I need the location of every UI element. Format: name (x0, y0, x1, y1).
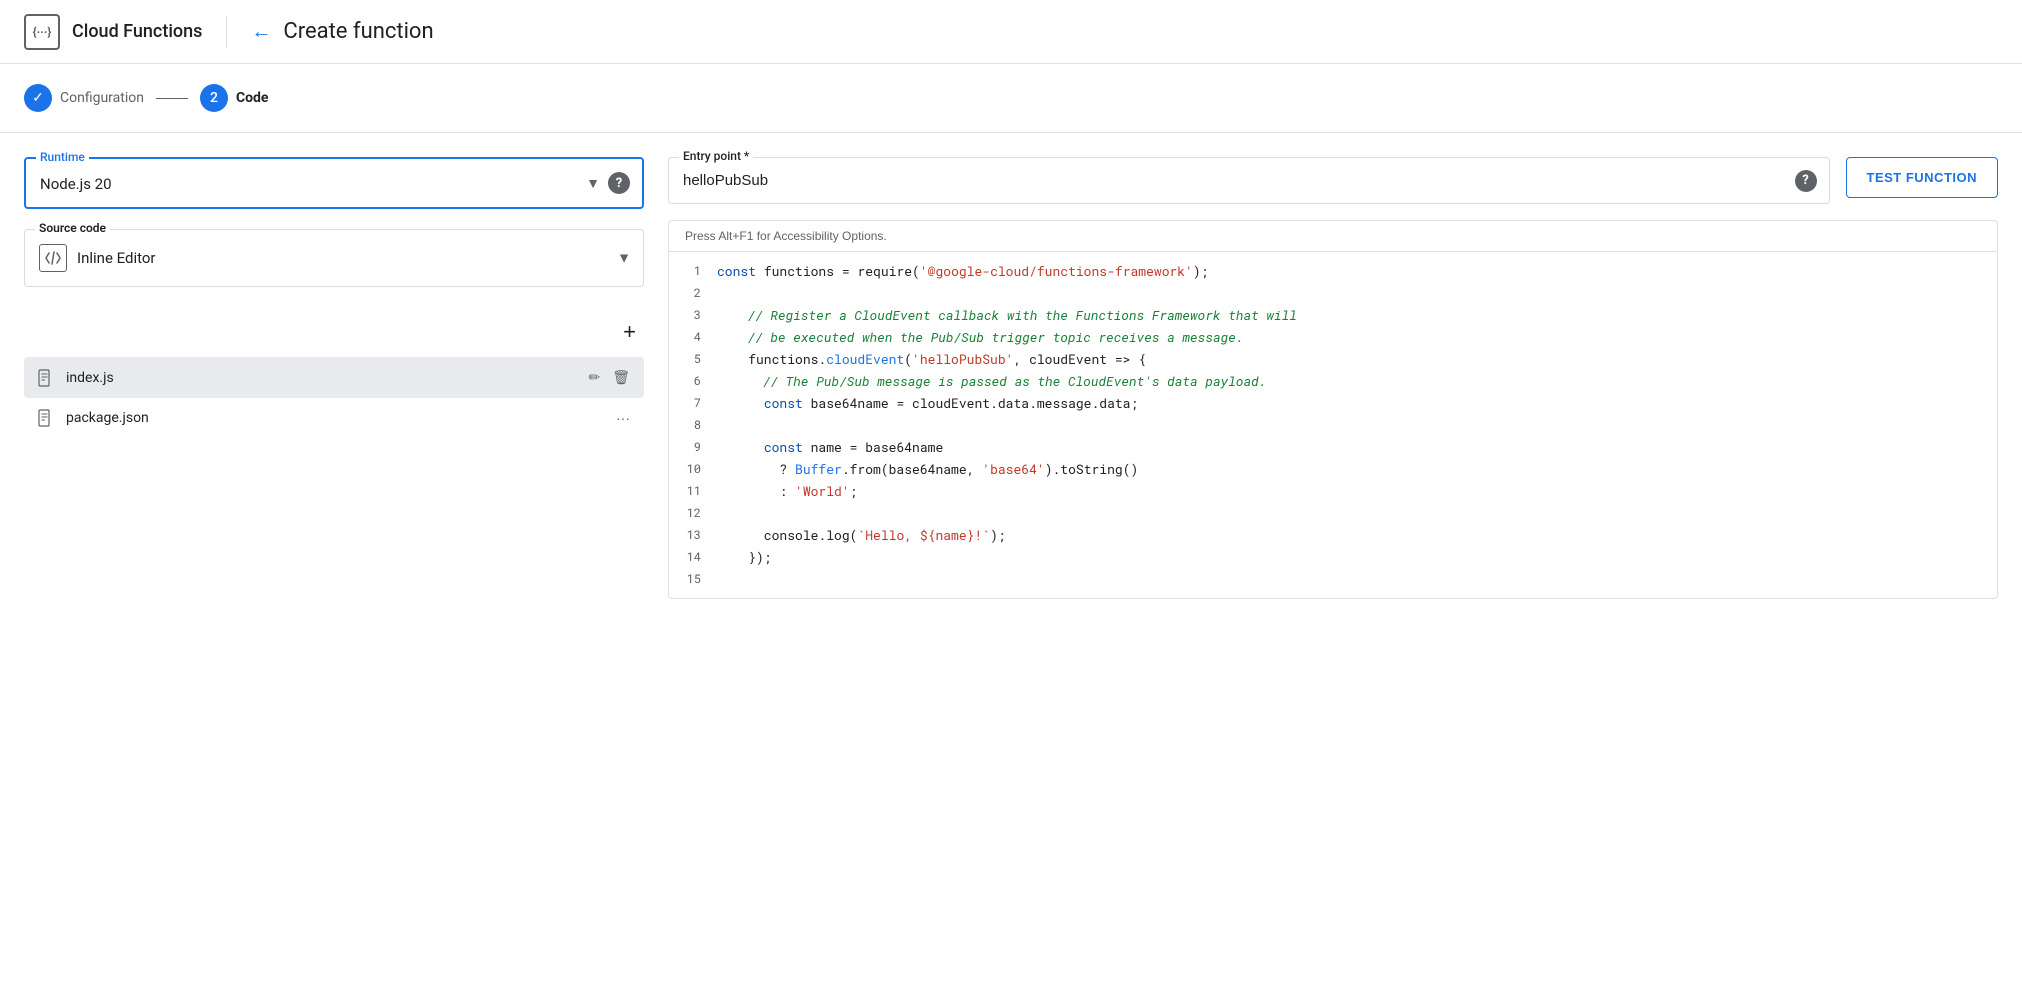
code-line-7: 7 const base64name = cloudEvent.data.mes… (669, 392, 1997, 414)
main-content: Runtime Node.js 20 ▼ ? Source code (0, 133, 2022, 623)
file-name-index-js: index.js (66, 370, 576, 386)
code-line-11: 11 : 'World'; (669, 480, 1997, 502)
file-list-header: + (24, 307, 644, 357)
file-icon-index (36, 368, 56, 388)
editor-hint: Press Alt+F1 for Accessibility Options. (669, 221, 1997, 252)
code-editor[interactable]: Press Alt+F1 for Accessibility Options. … (668, 220, 1998, 599)
code-line-2: 2 (669, 282, 1997, 304)
entry-help-circle[interactable]: ? (1795, 170, 1817, 192)
left-panel: Runtime Node.js 20 ▼ ? Source code (24, 157, 644, 599)
code-line-8: 8 (669, 414, 1997, 436)
file-icon-package (36, 408, 56, 428)
edit-file-button[interactable]: ✏ (586, 367, 602, 388)
code-line-9: 9 const name = base64name (669, 436, 1997, 458)
entry-point-row: Entry point * ? TEST FUNCTION (668, 157, 1998, 204)
stepper: ✓ Configuration 2 Code (0, 64, 2022, 133)
source-code-icon (39, 244, 67, 272)
file-item-index-js[interactable]: index.js ✏ 🗑 (24, 357, 644, 398)
step-code: 2 Code (200, 84, 269, 112)
code-line-3: 3 // Register a CloudEvent callback with… (669, 304, 1997, 326)
code-line-1: 1 const functions = require('@google-clo… (669, 260, 1997, 282)
step2-label: Code (236, 90, 269, 106)
file-name-package-json: package.json (66, 410, 604, 426)
runtime-value: Node.js 20 (40, 175, 112, 193)
step-connector (156, 98, 188, 99)
code-line-10: 10 ? Buffer.from(base64name, 'base64').t… (669, 458, 1997, 480)
code-line-13: 13 console.log(`Hello, ${name}!`); (669, 524, 1997, 546)
code-line-5: 5 functions.cloudEvent('helloPubSub', cl… (669, 348, 1997, 370)
code-line-12: 12 (669, 502, 1997, 524)
header-divider (226, 16, 227, 48)
back-button[interactable]: ← (251, 19, 271, 44)
delete-file-button[interactable]: 🗑 (610, 367, 632, 388)
code-line-4: 4 // be executed when the Pub/Sub trigge… (669, 326, 1997, 348)
step-configuration: ✓ Configuration (24, 84, 144, 112)
step2-circle: 2 (200, 84, 228, 112)
entry-point-wrapper: Entry point * ? (668, 157, 1830, 204)
test-function-button[interactable]: TEST FUNCTION (1846, 157, 1999, 198)
right-panel: Entry point * ? TEST FUNCTION Press Alt+… (668, 157, 1998, 599)
file-list: index.js ✏ 🗑 package.json ·· (24, 357, 644, 438)
page-title: Create function (283, 19, 433, 44)
source-left: Inline Editor (39, 244, 595, 272)
entry-point-label: Entry point * (679, 149, 753, 163)
code-line-14: 14 }); (669, 546, 1997, 568)
source-code-select-wrapper[interactable]: Source code Inline Editor ▼ (24, 229, 644, 287)
code-lines: 1 const functions = require('@google-clo… (669, 252, 1997, 598)
runtime-icons: ▼ ? (586, 172, 630, 194)
runtime-field-group: Runtime Node.js 20 ▼ ? (24, 157, 644, 209)
file-item-package-json[interactable]: package.json ··· (24, 398, 644, 438)
entry-help-icon[interactable]: ? (1795, 170, 1817, 192)
source-dropdown-icon[interactable]: ▼ (617, 250, 631, 267)
source-code-field-group: Source code Inline Editor ▼ (24, 229, 644, 287)
more-options-button[interactable]: ··· (614, 408, 632, 428)
step1-circle: ✓ (24, 84, 52, 112)
code-line-6: 6 // The Pub/Sub message is passed as th… (669, 370, 1997, 392)
header-nav: ← Create function (251, 19, 433, 44)
runtime-help-icon[interactable]: ? (608, 172, 630, 194)
file-actions-package-json: ··· (614, 408, 632, 428)
runtime-select-wrapper[interactable]: Runtime Node.js 20 ▼ ? (24, 157, 644, 209)
app-logo: {···} Cloud Functions (24, 14, 202, 50)
step1-label: Configuration (60, 90, 144, 106)
app-title: Cloud Functions (72, 21, 202, 42)
runtime-label: Runtime (36, 150, 89, 164)
source-code-value: Inline Editor (77, 249, 156, 267)
header: {···} Cloud Functions ← Create function (0, 0, 2022, 64)
code-line-15: 15 (669, 568, 1997, 590)
logo-icon: {···} (24, 14, 60, 50)
entry-point-field: Entry point * ? (668, 157, 1830, 204)
file-actions-index-js: ✏ 🗑 (586, 367, 632, 388)
add-file-button[interactable]: + (615, 315, 644, 349)
runtime-dropdown-icon[interactable]: ▼ (586, 175, 600, 192)
source-code-label: Source code (35, 221, 110, 235)
entry-point-input[interactable] (683, 172, 882, 189)
